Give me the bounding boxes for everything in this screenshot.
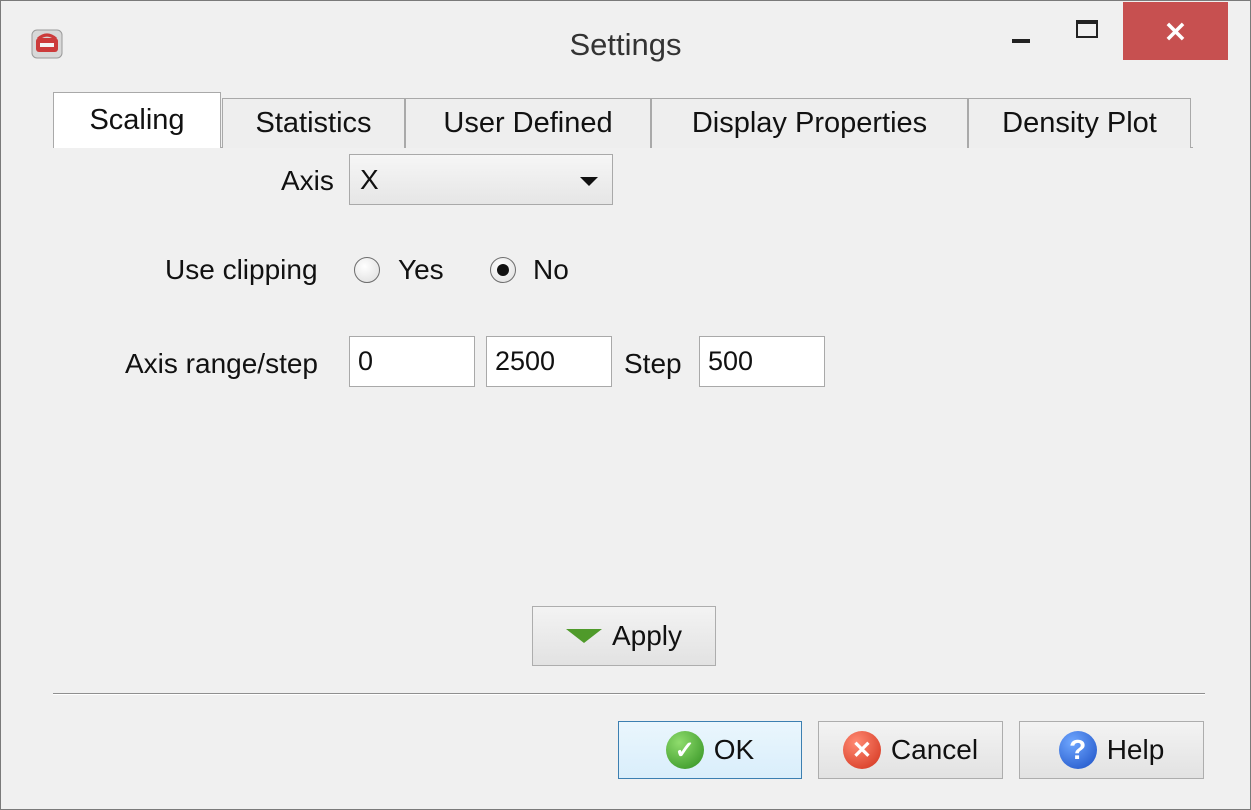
- range-label: Axis range/step: [125, 348, 318, 379]
- step-label: Step: [624, 348, 682, 379]
- range-max-input[interactable]: [486, 336, 612, 387]
- clipping-yes-radio[interactable]: [354, 257, 380, 283]
- tab-user-defined[interactable]: User Defined: [405, 98, 651, 148]
- cancel-label: Cancel: [890, 734, 979, 765]
- ok-label: OK: [713, 734, 755, 765]
- clipping-no-radio[interactable]: [490, 257, 516, 283]
- axis-select-value: X: [360, 164, 379, 195]
- tab-scaling[interactable]: Scaling: [53, 92, 221, 148]
- clipping-no-label[interactable]: No: [533, 254, 569, 286]
- tab-label: Scaling: [89, 104, 185, 136]
- tab-label: Density Plot: [1002, 107, 1157, 139]
- radio-selected-dot: [497, 264, 509, 276]
- check-icon: ✓: [665, 731, 704, 769]
- minimize-icon: [1012, 39, 1030, 43]
- help-button[interactable]: ? Help: [1019, 721, 1204, 779]
- minimize-button[interactable]: [991, 1, 1051, 63]
- ok-button[interactable]: ✓ OK: [618, 721, 802, 779]
- settings-window: Settings × Scaling Statistics User Defin…: [0, 0, 1251, 810]
- range-min-input[interactable]: [349, 336, 475, 387]
- footer-divider-highlight: [53, 694, 1205, 695]
- axis-label: Axis: [281, 165, 334, 196]
- cancel-button[interactable]: ✕ Cancel: [818, 721, 1003, 779]
- maximize-icon: [1076, 20, 1098, 38]
- clipping-label: Use clipping: [165, 254, 318, 285]
- tab-label: Statistics: [255, 107, 372, 139]
- chevron-down-icon: [580, 177, 598, 186]
- tab-display-properties[interactable]: Display Properties: [651, 98, 968, 148]
- close-button[interactable]: ×: [1123, 2, 1228, 60]
- title-bar: Settings ×: [1, 1, 1250, 89]
- tab-statistics[interactable]: Statistics: [222, 98, 405, 148]
- apply-arrow-icon: [565, 629, 602, 643]
- tab-label: Display Properties: [691, 107, 928, 139]
- tab-density-plot[interactable]: Density Plot: [968, 98, 1191, 148]
- axis-select[interactable]: X: [349, 154, 613, 205]
- apply-button[interactable]: Apply: [532, 606, 716, 666]
- maximize-button[interactable]: [1057, 1, 1117, 63]
- tab-label: User Defined: [443, 107, 613, 139]
- cancel-x-icon: ✕: [842, 731, 881, 769]
- clipping-yes-label[interactable]: Yes: [398, 254, 444, 286]
- close-icon: ×: [1162, 13, 1189, 49]
- help-question-icon: ?: [1058, 731, 1097, 769]
- help-label: Help: [1106, 734, 1165, 765]
- apply-label: Apply: [611, 620, 683, 651]
- step-input[interactable]: [699, 336, 825, 387]
